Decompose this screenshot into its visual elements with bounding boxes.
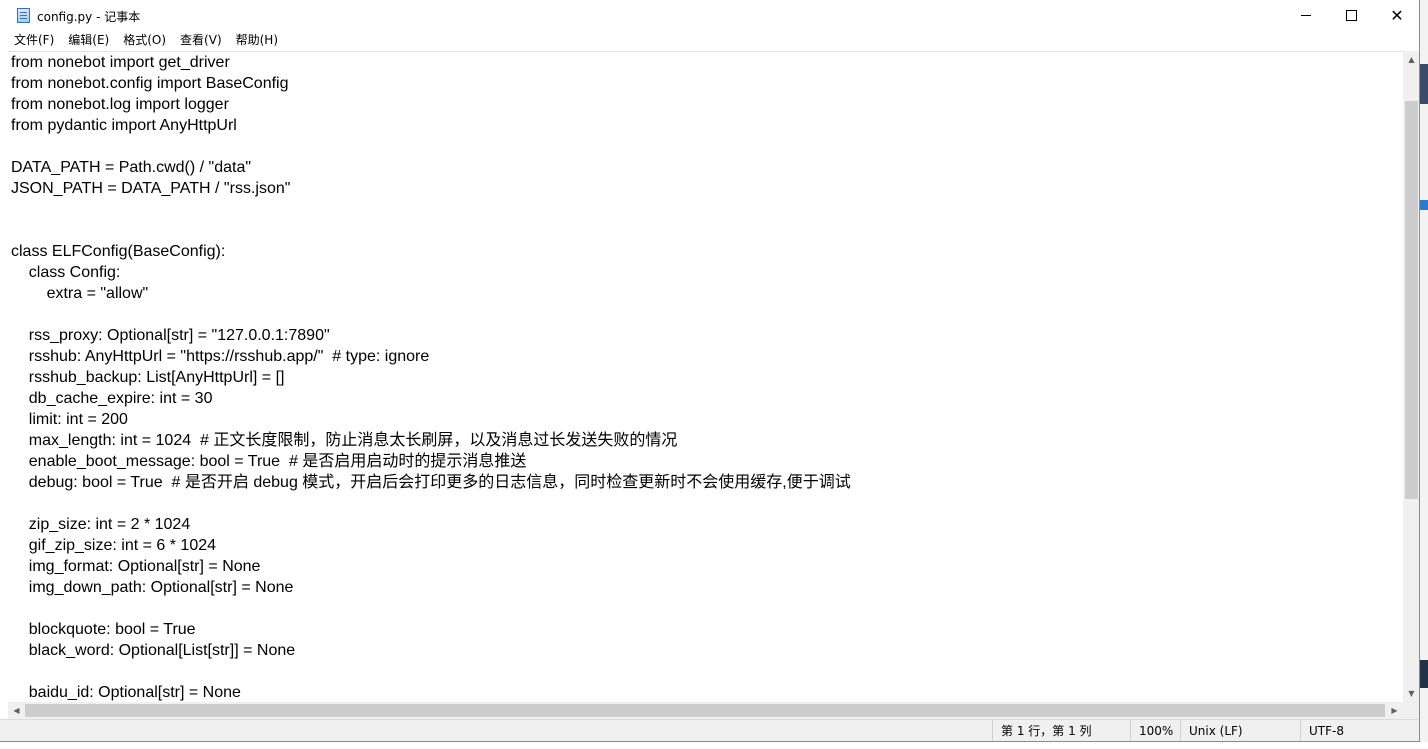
- code-line: rss_proxy: Optional[str] = "127.0.0.1:78…: [11, 327, 330, 344]
- code-line: from nonebot.log import logger: [11, 96, 229, 113]
- status-encoding: UTF-8: [1300, 720, 1409, 741]
- code-line: enable_boot_message: bool = True # 是否启用启…: [11, 453, 527, 470]
- code-line: baidu_id: Optional[str] = None: [11, 684, 241, 701]
- close-button[interactable]: ✕: [1374, 0, 1419, 31]
- code-line: from pydantic import AnyHttpUrl: [11, 117, 237, 134]
- vertical-scroll-thumb[interactable]: [1405, 101, 1418, 499]
- notepad-icon[interactable]: [17, 8, 30, 23]
- status-zoom: 100%: [1130, 720, 1179, 741]
- menu-view[interactable]: 查看(V): [173, 31, 229, 50]
- notepad-window: config.py - 记事本 ✕ 文件(F) 编辑(E) 格式(O) 查看(V…: [0, 0, 1420, 742]
- code-line: JSON_PATH = DATA_PATH / "rss.json": [11, 180, 291, 197]
- horizontal-scroll-thumb[interactable]: [25, 704, 1385, 717]
- code-line: rsshub_backup: List[AnyHttpUrl] = []: [11, 369, 285, 386]
- minimize-button[interactable]: [1283, 0, 1329, 31]
- background-webpage-footer: [0, 742, 1428, 749]
- code-line: gif_zip_size: int = 6 * 1024: [11, 537, 217, 554]
- background-desktop-edge: [1420, 0, 1428, 749]
- code-line: rsshub: AnyHttpUrl = "https://rsshub.app…: [11, 348, 430, 365]
- status-cursor-position: 第 1 行，第 1 列: [992, 720, 1121, 741]
- code-line: class ELFConfig(BaseConfig):: [11, 243, 226, 260]
- code-line: img_format: Optional[str] = None: [11, 558, 261, 575]
- menu-format[interactable]: 格式(O): [116, 31, 173, 50]
- code-line: limit: int = 200: [11, 411, 128, 428]
- code-line: db_cache_expire: int = 30: [11, 390, 213, 407]
- scroll-up-arrow-icon[interactable]: ▲: [1403, 51, 1419, 68]
- background-window-fragment: [1420, 660, 1428, 688]
- code-line: extra = "allow": [11, 285, 149, 302]
- scroll-down-arrow-icon[interactable]: ▼: [1403, 685, 1419, 702]
- maximize-button[interactable]: [1328, 0, 1374, 31]
- menu-help[interactable]: 帮助(H): [229, 31, 285, 50]
- menu-edit[interactable]: 编辑(E): [61, 31, 116, 50]
- code-line: max_length: int = 1024 # 正文长度限制，防止消息太长刷屏…: [11, 432, 678, 449]
- background-window-fragment: [1420, 200, 1428, 210]
- code-line: blockquote: bool = True: [11, 621, 196, 638]
- background-window-fragment: [1420, 64, 1428, 104]
- code-line: debug: bool = True # 是否开启 debug 模式，开启后会打…: [11, 474, 851, 491]
- code-line: from nonebot.config import BaseConfig: [11, 75, 289, 92]
- status-line-ending: Unix (LF): [1180, 720, 1289, 741]
- menu-file[interactable]: 文件(F): [0, 31, 61, 50]
- code-line: class Config:: [11, 264, 121, 281]
- code-line: img_down_path: Optional[str] = None: [11, 579, 294, 596]
- code-line: DATA_PATH = Path.cwd() / "data": [11, 159, 252, 176]
- vertical-scrollbar[interactable]: ▲ ▼: [1403, 51, 1419, 702]
- text-editor[interactable]: from nonebot import get_driverfrom noneb…: [8, 51, 1403, 703]
- maximize-icon: [1345, 10, 1357, 21]
- horizontal-scrollbar[interactable]: ◀ ▶: [8, 702, 1403, 719]
- menu-bar: 文件(F) 编辑(E) 格式(O) 查看(V) 帮助(H): [0, 31, 1419, 50]
- code-line: zip_size: int = 2 * 1024: [11, 516, 191, 533]
- scroll-corner: [1403, 702, 1419, 719]
- scroll-left-arrow-icon[interactable]: ◀: [8, 702, 25, 719]
- code-line: black_word: Optional[List[str]] = None: [11, 642, 296, 659]
- scroll-right-arrow-icon[interactable]: ▶: [1386, 702, 1403, 719]
- window-title: config.py - 记事本: [37, 10, 141, 24]
- title-bar[interactable]: config.py - 记事本 ✕: [0, 0, 1419, 31]
- close-icon: ✕: [1390, 5, 1404, 25]
- status-bar: 第 1 行，第 1 列 100% Unix (LF) UTF-8: [0, 719, 1419, 741]
- minimize-icon: [1301, 15, 1311, 16]
- code-line: from nonebot import get_driver: [11, 54, 230, 71]
